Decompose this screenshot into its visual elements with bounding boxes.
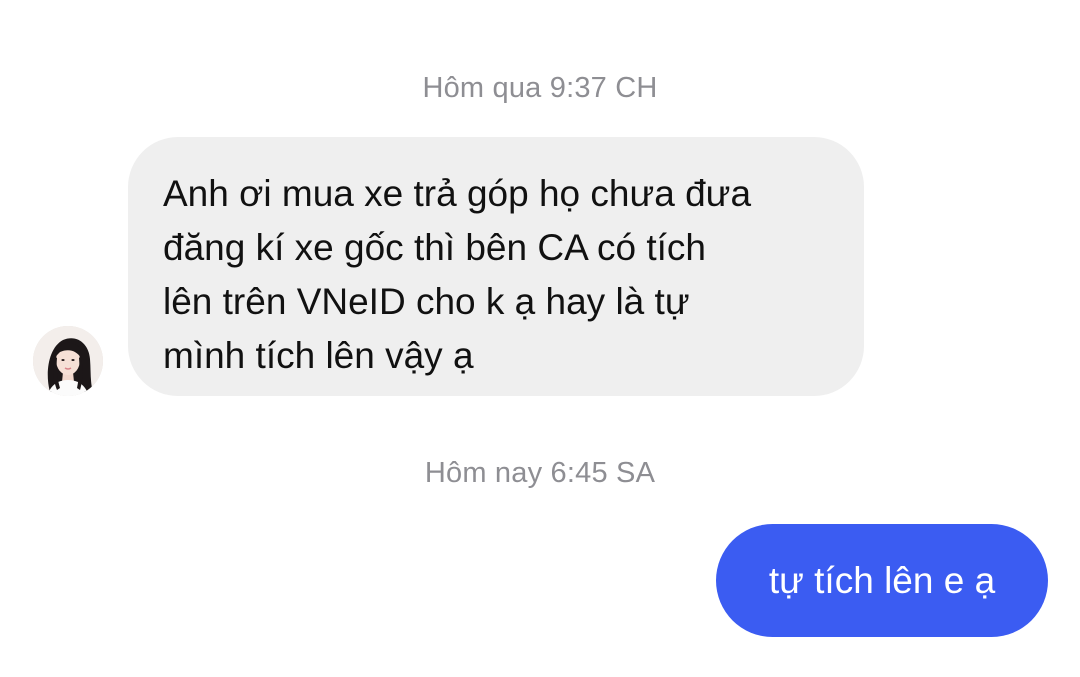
user-avatar-photo-icon: [33, 326, 103, 396]
timestamp-yesterday: Hôm qua 9:37 CH: [422, 72, 658, 104]
incoming-message-bubble[interactable]: Anh ơi mua xe trả góp họ chưa đưa đăng k…: [128, 137, 864, 396]
outgoing-message-bubble[interactable]: tự tích lên e ạ: [716, 524, 1048, 637]
timestamp-today: Hôm nay 6:45 SA: [424, 457, 656, 489]
incoming-message-text: Anh ơi mua xe trả góp họ chưa đưa đăng k…: [163, 173, 752, 376]
outgoing-message-text: tự tích lên e ạ: [768, 559, 996, 601]
chat-thread[interactable]: Hôm qua 9:37 CH Anh ơi mua xe trả góp họ…: [0, 0, 1080, 677]
contact-avatar[interactable]: [33, 326, 103, 396]
